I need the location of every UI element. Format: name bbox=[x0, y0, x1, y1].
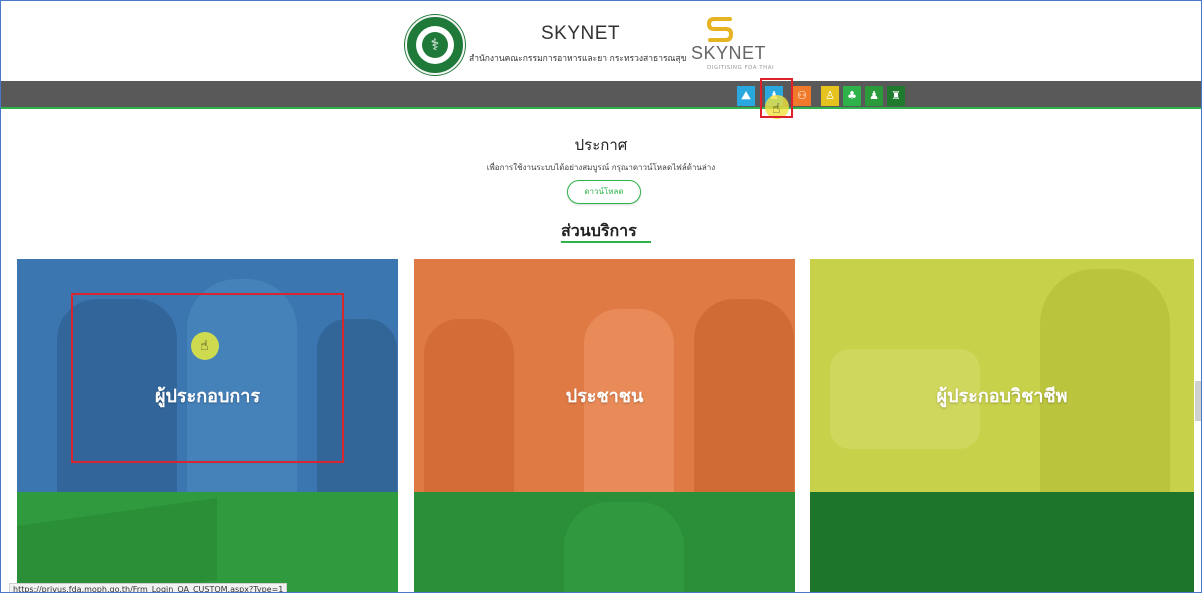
hand-cursor-icon-tile: ☝ bbox=[200, 338, 209, 354]
user-icon[interactable]: ♙ bbox=[821, 86, 839, 106]
lab-icon[interactable]: ♜ bbox=[887, 86, 905, 106]
skynet-logo-text: SKYNET bbox=[691, 43, 767, 63]
site-subtitle: สำนักงานคณะกรรมการอาหารและยา กระทรวงสาธา… bbox=[469, 54, 687, 64]
skynet-logo-icon bbox=[706, 17, 734, 42]
tile-citizen[interactable]: ประชาชน bbox=[414, 259, 795, 492]
ministry-seal-icon: ⚕ bbox=[405, 15, 465, 75]
scrollbar[interactable] bbox=[1195, 381, 1201, 421]
group-icon[interactable]: ⚇ bbox=[793, 86, 811, 106]
download-button[interactable]: ดาวน์โหลด bbox=[567, 180, 641, 204]
mountain-icon[interactable]: ⛰ bbox=[737, 86, 755, 106]
site-header: ⚕ SKYNET สำนักงานคณะกรรมการอาหารและยา กร… bbox=[1, 1, 1201, 81]
announcement-title: ประกาศ bbox=[574, 136, 628, 154]
tree-icon[interactable]: ♣ bbox=[843, 86, 861, 106]
tile-selection-box bbox=[71, 293, 344, 463]
hand-cursor-icon: ☝ bbox=[772, 101, 781, 117]
site-title: SKYNET bbox=[541, 23, 621, 44]
status-bar-url: https://privus.fda.moph.go.th/Frm_Login_… bbox=[9, 583, 288, 592]
tile-citizen-label: ประชาชน bbox=[565, 386, 644, 407]
tile-professional[interactable]: ผู้ประกอบวิชาชีพ bbox=[810, 259, 1194, 492]
browser-viewport: ⚕ SKYNET สำนักงานคณะกรรมการอาหารและยา กร… bbox=[0, 0, 1202, 593]
tile-service-5[interactable] bbox=[414, 492, 795, 592]
tile-service-4[interactable] bbox=[17, 492, 398, 592]
tile-service-6[interactable] bbox=[810, 492, 1194, 592]
announcement-text: เพื่อการใช้งานระบบได้อย่างสมบูรณ์ กรุณาด… bbox=[486, 163, 716, 172]
top-navbar bbox=[1, 81, 1201, 109]
skynet-logo-tagline: DIGITISING FDA THAI bbox=[707, 65, 775, 71]
section-underline bbox=[561, 241, 651, 243]
tile-professional-label: ผู้ประกอบวิชาชีพ bbox=[936, 386, 1068, 407]
doctor-icon[interactable]: ♟ bbox=[865, 86, 883, 106]
